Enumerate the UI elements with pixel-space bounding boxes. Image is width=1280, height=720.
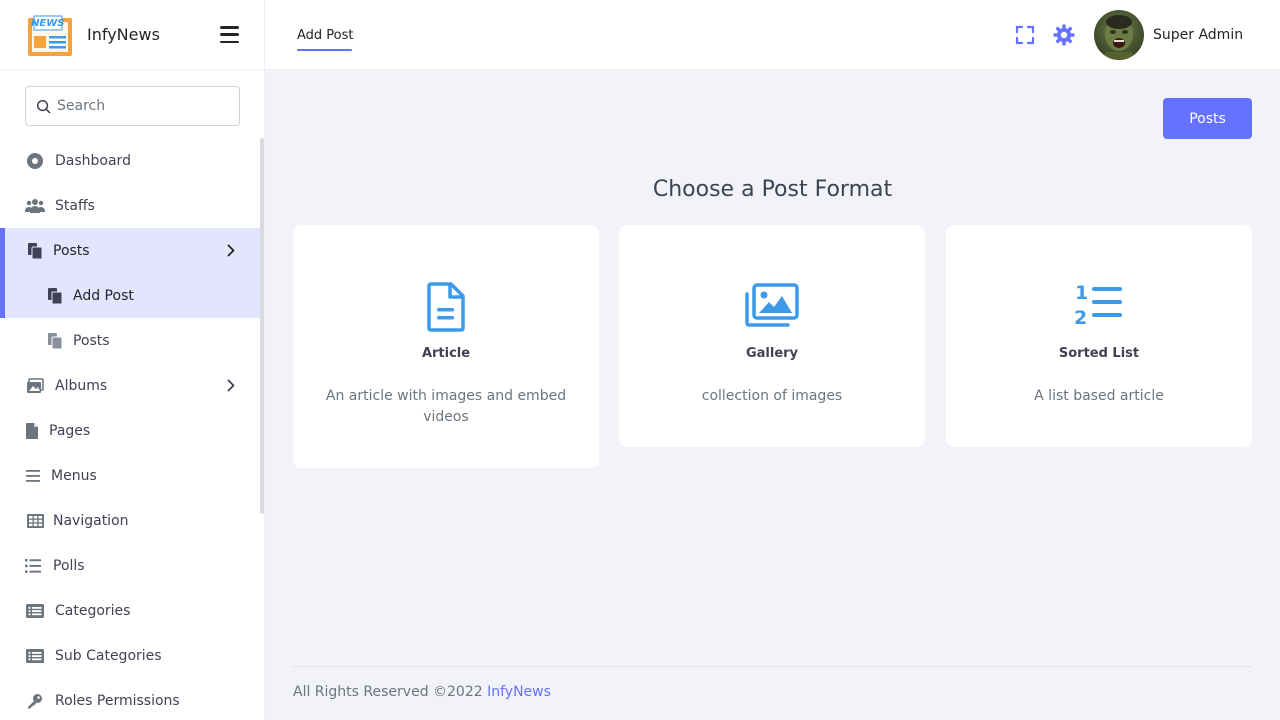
user-avatar[interactable] <box>1094 10 1144 60</box>
file-text-icon <box>427 282 465 332</box>
search-box[interactable] <box>25 86 240 126</box>
footer-text: All Rights Reserved ©2022 <box>293 684 483 700</box>
chevron-right-icon <box>227 244 235 257</box>
active-tab-indicator <box>297 49 352 51</box>
sidebar-item-add-post[interactable]: Add Post <box>0 273 260 318</box>
search-icon <box>36 99 51 113</box>
card-title: Gallery <box>745 346 799 361</box>
logo-text: NEWS <box>31 17 65 29</box>
file-icon <box>25 421 39 441</box>
post-format-card-sorted-list[interactable]: 1 2 Sorted List A list based article <box>946 225 1252 447</box>
fullscreen-icon[interactable] <box>1015 25 1035 45</box>
sidebar-item-label: Pages <box>49 422 91 439</box>
sidebar-item-label: Albums <box>55 377 108 394</box>
images-icon <box>25 376 45 396</box>
sidebar-item-menus[interactable]: Menus <box>0 453 260 498</box>
svg-text:1: 1 <box>1075 282 1088 304</box>
copy-icon <box>45 331 65 351</box>
users-icon <box>25 196 45 216</box>
list-alt-icon <box>25 646 45 666</box>
sidebar-item-label: Roles Permissions <box>55 692 180 709</box>
card-description: A list based article <box>1034 388 1164 404</box>
sidebar-item-staffs[interactable]: Staffs <box>0 183 260 228</box>
posts-button[interactable]: Posts <box>1163 98 1252 139</box>
card-title: Sorted List <box>1058 346 1140 361</box>
top-header: Add Post Super Admin <box>265 0 1280 70</box>
brand: NEWS InfyNews <box>0 0 264 70</box>
images-icon <box>745 283 799 327</box>
sidebar-item-albums[interactable]: Albums <box>0 363 260 408</box>
post-format-card-article[interactable]: Article An article with images and embed… <box>293 225 599 468</box>
sidebar-item-navigation[interactable]: Navigation <box>0 498 260 543</box>
sidebar-item-label: Add Post <box>73 287 134 304</box>
user-name[interactable]: Super Admin <box>1153 0 1243 70</box>
table-icon <box>25 511 45 531</box>
footer-link[interactable]: InfyNews <box>487 684 551 700</box>
card-title: Article <box>421 346 471 361</box>
sidebar-item-pages[interactable]: Pages <box>0 408 260 453</box>
sidebar-scrollbar[interactable] <box>260 138 264 514</box>
sidebar-item-label: Posts <box>73 332 110 349</box>
menu-toggle-icon[interactable] <box>220 26 239 43</box>
sidebar-item-label: Menus <box>51 467 97 484</box>
chevron-right-icon <box>227 379 235 392</box>
list-alt-icon <box>25 601 45 621</box>
card-description: collection of images <box>701 388 843 404</box>
sidebar-item-label: Polls <box>53 557 85 574</box>
sidebar-item-categories[interactable]: Categories <box>0 588 260 633</box>
sidebar-item-label: Sub Categories <box>55 647 162 664</box>
sidebar-item-dashboard[interactable]: Dashboard <box>0 138 260 183</box>
sidebar-item-label: Navigation <box>53 512 129 529</box>
settings-gear-icon[interactable] <box>1053 24 1075 46</box>
sidebar-item-posts[interactable]: Posts <box>0 228 260 273</box>
footer: All Rights Reserved ©2022 InfyNews <box>293 684 551 700</box>
sidebar-item-label: Staffs <box>55 197 95 214</box>
infynews-logo[interactable]: NEWS <box>25 12 75 58</box>
post-format-card-gallery[interactable]: Gallery collection of images <box>619 225 925 447</box>
card-description: An article with images and embed videos <box>325 388 567 425</box>
sidebar-item-label: Categories <box>55 602 131 619</box>
list-icon <box>25 556 41 576</box>
key-icon <box>25 691 45 711</box>
svg-text:2: 2 <box>1074 307 1087 326</box>
tab-add-post[interactable]: Add Post <box>297 0 354 70</box>
search-input[interactable] <box>57 98 227 114</box>
sidebar-item-posts-list[interactable]: Posts <box>0 318 260 363</box>
sidebar-menu: Dashboard Staffs Posts Add Post Posts Al… <box>0 138 260 720</box>
copy-icon <box>45 286 65 306</box>
sidebar-item-label: Dashboard <box>55 152 131 169</box>
brand-name[interactable]: InfyNews <box>87 25 160 44</box>
page-title: Choose a Post Format <box>652 177 893 202</box>
sidebar-item-label: Posts <box>53 242 90 259</box>
sidebar-item-sub-categories[interactable]: Sub Categories <box>0 633 260 678</box>
bars-icon <box>25 466 41 486</box>
copy-icon <box>25 241 45 261</box>
footer-divider <box>293 666 1252 667</box>
sidebar: NEWS InfyNews Dashboard Staffs <box>0 0 265 720</box>
sidebar-item-roles-permissions[interactable]: Roles Permissions <box>0 678 260 720</box>
sidebar-item-polls[interactable]: Polls <box>0 543 260 588</box>
dashboard-icon <box>25 151 45 171</box>
ordered-list-icon: 1 2 <box>1074 282 1122 326</box>
